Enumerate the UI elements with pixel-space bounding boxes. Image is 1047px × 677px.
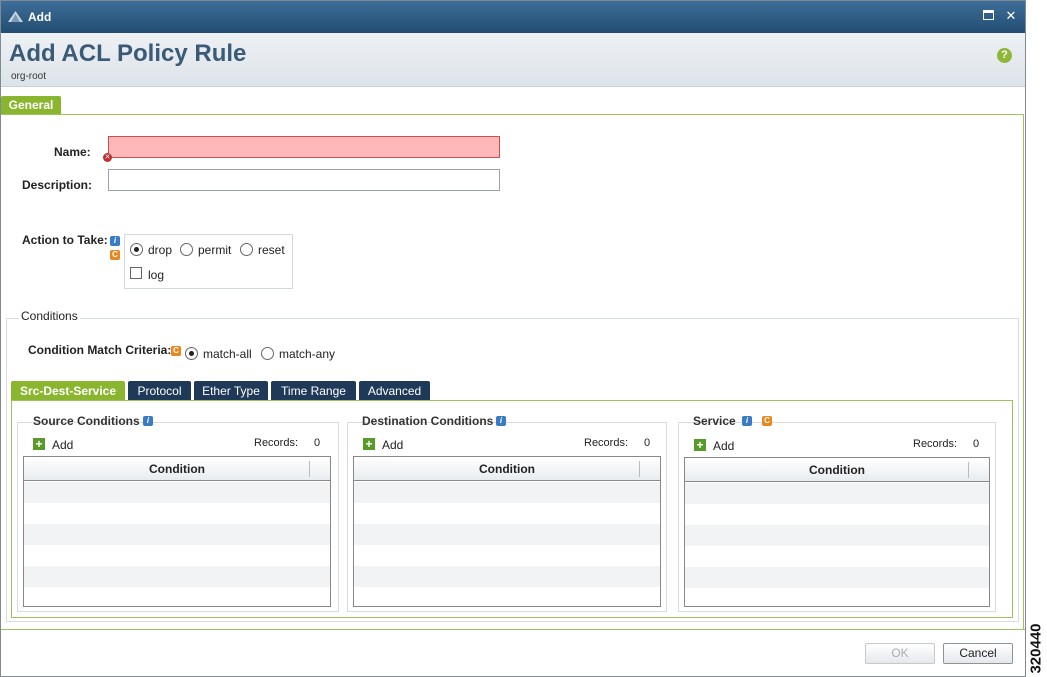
radio-match-all[interactable] [185, 347, 198, 360]
records-count: 0 [314, 437, 321, 449]
service-grid[interactable]: Condition [684, 457, 990, 607]
add-icon[interactable]: + [363, 438, 375, 450]
table-row [24, 566, 330, 587]
tab-protocol[interactable]: Protocol [128, 381, 191, 401]
table-row [24, 482, 330, 503]
tab-ether-type[interactable]: Ether Type [194, 381, 268, 401]
info-icon[interactable]: i [143, 416, 153, 426]
radio-drop-label: drop [148, 243, 173, 257]
column-header-label: Condition [479, 462, 535, 476]
config-icon[interactable]: C [762, 416, 772, 426]
table-row [24, 545, 330, 566]
name-label: Name: [54, 145, 91, 159]
radio-permit[interactable] [180, 243, 193, 256]
destination-conditions-grid[interactable]: Condition [353, 456, 661, 607]
radio-match-all-label: match-all [203, 347, 252, 361]
column-header-label: Condition [809, 463, 865, 477]
add-icon[interactable]: + [33, 438, 45, 450]
table-row [24, 503, 330, 524]
log-label: log [148, 268, 165, 282]
config-icon[interactable]: C [110, 250, 120, 260]
page-header: Add ACL Policy Rule org-root ? [1, 33, 1025, 87]
source-conditions-title: Source Conditions [33, 414, 140, 428]
ok-button[interactable]: OK [865, 643, 935, 664]
add-icon[interactable]: + [694, 439, 706, 451]
help-icon[interactable]: ? [997, 48, 1012, 63]
radio-drop[interactable] [130, 243, 143, 256]
table-row [685, 504, 989, 525]
table-row [354, 482, 660, 503]
close-icon[interactable]: ✕ [1004, 8, 1018, 24]
match-criteria-label: Condition Match Criteria: [28, 343, 172, 357]
service-add-button[interactable]: Add [713, 439, 734, 453]
radio-match-any[interactable] [261, 347, 274, 360]
description-input[interactable] [108, 169, 500, 191]
column-separator [309, 461, 310, 477]
radio-match-any-label: match-any [279, 347, 336, 361]
tab-src-dest-service[interactable]: Src-Dest-Service [11, 381, 125, 401]
tab-general[interactable]: General [1, 96, 61, 115]
table-row [354, 524, 660, 545]
table-row [354, 566, 660, 587]
tab-time-range[interactable]: Time Range [271, 381, 356, 401]
action-label: Action to Take: [22, 233, 108, 247]
info-icon[interactable]: i [110, 236, 120, 246]
destination-add-button[interactable]: Add [382, 438, 403, 452]
info-icon[interactable]: i [742, 416, 752, 426]
info-icon[interactable]: i [496, 416, 506, 426]
column-header-condition[interactable]: Condition [685, 458, 989, 482]
source-conditions-grid[interactable]: Condition [23, 456, 331, 607]
description-label: Description: [22, 178, 93, 192]
records-label: Records: [254, 437, 299, 449]
table-row [685, 588, 989, 606]
table-row [685, 525, 989, 546]
error-icon: ✕ [103, 153, 112, 162]
app-icon [8, 11, 23, 22]
footer-divider [1, 629, 1025, 630]
service-title: Service [693, 414, 736, 428]
config-icon[interactable]: C [171, 346, 181, 356]
column-header-condition[interactable]: Condition [24, 457, 330, 481]
table-row [24, 524, 330, 545]
table-row [354, 587, 660, 606]
records-count: 0 [973, 438, 980, 450]
column-separator [968, 462, 969, 478]
records-label: Records: [913, 438, 958, 450]
radio-reset-label: reset [258, 243, 285, 257]
table-row [354, 503, 660, 524]
table-row [685, 483, 989, 504]
source-add-button[interactable]: Add [52, 438, 73, 452]
table-row [685, 567, 989, 588]
table-row [685, 546, 989, 567]
maximize-icon[interactable] [981, 8, 995, 24]
records-label: Records: [584, 437, 629, 449]
column-header-condition[interactable]: Condition [354, 457, 660, 481]
log-checkbox[interactable] [130, 267, 142, 279]
org-label: org-root [11, 71, 47, 82]
column-header-label: Condition [149, 462, 205, 476]
records-count: 0 [644, 437, 651, 449]
radio-permit-label: permit [198, 243, 232, 257]
cancel-button[interactable]: Cancel [943, 643, 1013, 664]
page-title: Add ACL Policy Rule [9, 40, 247, 67]
destination-conditions-title: Destination Conditions [362, 414, 494, 428]
figure-id: 320440 [1027, 622, 1047, 677]
radio-reset[interactable] [240, 243, 253, 256]
add-acl-policy-rule-dialog: Add ✕ Add ACL Policy Rule org-root ? Gen… [0, 0, 1026, 677]
window-title: Add [28, 10, 52, 24]
table-row [24, 587, 330, 606]
title-bar[interactable]: Add ✕ [1, 1, 1025, 33]
figure-id-label: 320440 [1027, 623, 1045, 674]
name-input[interactable] [108, 136, 500, 158]
tab-advanced[interactable]: Advanced [359, 381, 430, 401]
column-separator [639, 461, 640, 477]
conditions-title: Conditions [19, 309, 80, 323]
table-row [354, 545, 660, 566]
